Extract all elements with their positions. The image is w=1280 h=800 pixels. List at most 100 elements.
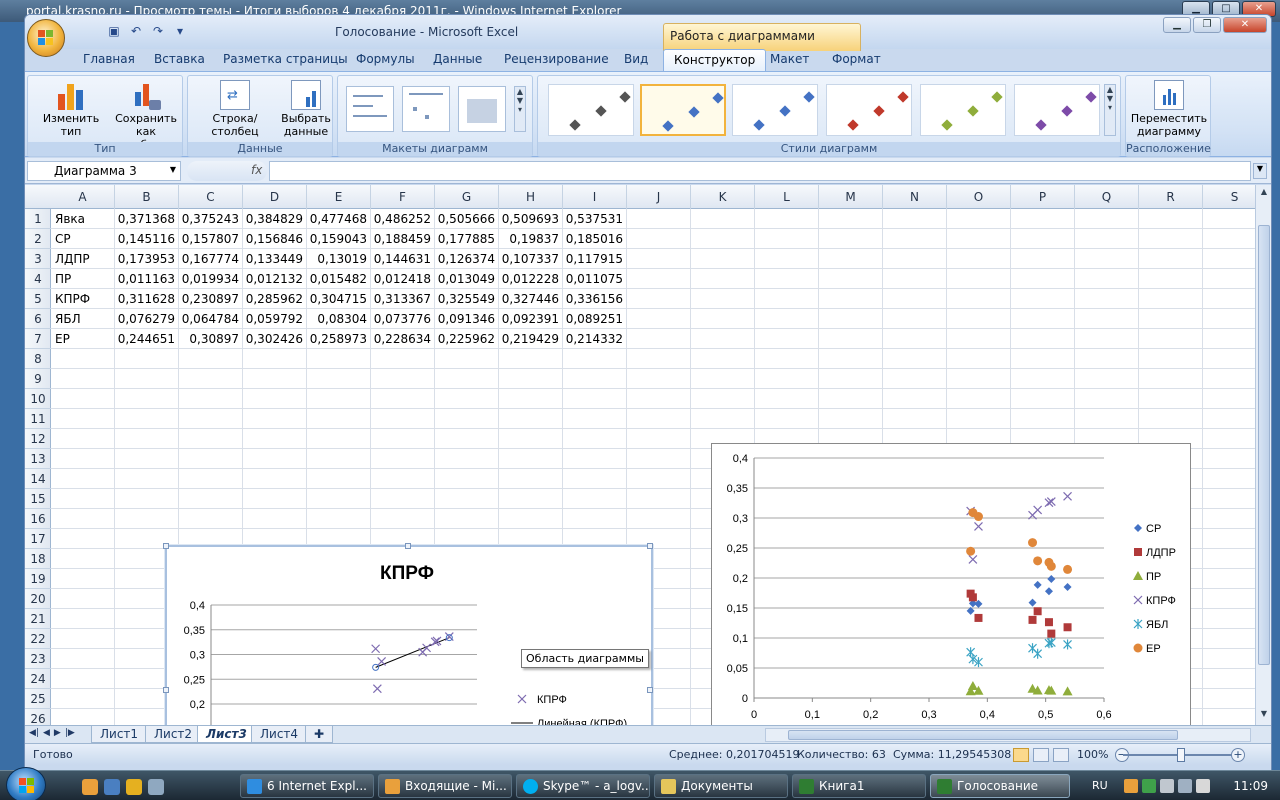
column-header-A[interactable]: A bbox=[51, 185, 115, 209]
column-header-O[interactable]: O bbox=[947, 185, 1011, 209]
column-header-M[interactable]: M bbox=[819, 185, 883, 209]
data-cell[interactable]: 0,126374 bbox=[435, 249, 495, 269]
style-3-thumbnail[interactable] bbox=[732, 84, 818, 136]
customize-qat-icon[interactable]: ▾ bbox=[171, 23, 189, 39]
layouts-scroll[interactable]: ▲ ▼ ▾ bbox=[514, 86, 526, 132]
resize-handle[interactable] bbox=[163, 687, 169, 693]
style-1-thumbnail[interactable] bbox=[548, 84, 634, 136]
task-golosovanie[interactable]: Голосование bbox=[930, 774, 1070, 798]
data-cell[interactable]: 0,173953 bbox=[115, 249, 175, 269]
data-cell[interactable]: 0,012418 bbox=[371, 269, 431, 289]
data-cell[interactable]: 0,285962 bbox=[243, 289, 303, 309]
data-cell[interactable]: 0,012228 bbox=[499, 269, 559, 289]
data-cell[interactable]: 0,167774 bbox=[179, 249, 239, 269]
data-cell[interactable]: 0,219429 bbox=[499, 329, 559, 349]
data-cell[interactable]: 0,092391 bbox=[499, 309, 559, 329]
thunderbird-quicklaunch-icon[interactable] bbox=[82, 779, 98, 795]
column-header-B[interactable]: B bbox=[115, 185, 179, 209]
data-cell[interactable]: 0,225962 bbox=[435, 329, 495, 349]
tab-formulas[interactable]: Формулы bbox=[356, 52, 415, 66]
row-header-2[interactable]: 2 bbox=[25, 229, 51, 249]
zoom-level[interactable]: 100% bbox=[1077, 748, 1108, 761]
task-documents[interactable]: Документы bbox=[654, 774, 788, 798]
row-label-cell[interactable]: Явка bbox=[55, 209, 115, 229]
row-header-15[interactable]: 15 bbox=[25, 489, 51, 509]
tray-sync-icon[interactable] bbox=[1142, 779, 1156, 793]
column-header-E[interactable]: E bbox=[307, 185, 371, 209]
name-box-dropdown-icon[interactable]: ▼ bbox=[170, 165, 176, 174]
zoom-slider[interactable] bbox=[1123, 748, 1235, 762]
zoom-slider-knob[interactable] bbox=[1177, 748, 1185, 762]
column-header-C[interactable]: C bbox=[179, 185, 243, 209]
scroll-up-icon[interactable]: ▲ bbox=[1258, 187, 1270, 201]
data-cell[interactable]: 0,059792 bbox=[243, 309, 303, 329]
style-5-thumbnail[interactable] bbox=[920, 84, 1006, 136]
sheet-tab-4[interactable]: Лист4 bbox=[251, 726, 308, 743]
data-cell[interactable]: 0,509693 bbox=[499, 209, 559, 229]
tray-mail-icon[interactable] bbox=[1124, 779, 1138, 793]
data-cell[interactable]: 0,311628 bbox=[115, 289, 175, 309]
row-header-26[interactable]: 26 bbox=[25, 709, 51, 725]
normal-view-icon[interactable] bbox=[1013, 748, 1029, 762]
vertical-scrollbar[interactable]: ▲ ▼ bbox=[1255, 185, 1271, 725]
row-header-19[interactable]: 19 bbox=[25, 569, 51, 589]
data-cell[interactable]: 0,375243 bbox=[179, 209, 239, 229]
expand-formula-bar-icon[interactable]: ▼ bbox=[1253, 163, 1267, 179]
resize-handle[interactable] bbox=[405, 543, 411, 549]
tab-format[interactable]: Формат bbox=[832, 52, 881, 66]
horizontal-scroll-thumb[interactable] bbox=[788, 730, 1178, 740]
row-header-25[interactable]: 25 bbox=[25, 689, 51, 709]
insert-function-button[interactable]: fx bbox=[187, 161, 267, 181]
data-cell[interactable]: 0,214332 bbox=[563, 329, 623, 349]
layout-1-thumbnail[interactable] bbox=[346, 86, 394, 132]
data-cell[interactable]: 0,325549 bbox=[435, 289, 495, 309]
row-header-21[interactable]: 21 bbox=[25, 609, 51, 629]
data-cell[interactable]: 0,505666 bbox=[435, 209, 495, 229]
tab-home[interactable]: Главная bbox=[83, 52, 135, 66]
data-cell[interactable]: 0,089251 bbox=[563, 309, 623, 329]
data-cell[interactable]: 0,107337 bbox=[499, 249, 559, 269]
page-layout-view-icon[interactable] bbox=[1033, 748, 1049, 762]
scroll-down-icon[interactable]: ▼ bbox=[1258, 709, 1270, 723]
data-cell[interactable]: 0,313367 bbox=[371, 289, 431, 309]
column-header-R[interactable]: R bbox=[1139, 185, 1203, 209]
row-label-cell[interactable]: ЛДПР bbox=[55, 249, 115, 269]
office-button[interactable] bbox=[27, 19, 65, 57]
data-cell[interactable]: 0,156846 bbox=[243, 229, 303, 249]
row-header-18[interactable]: 18 bbox=[25, 549, 51, 569]
next-sheet-icon[interactable]: ▶ bbox=[54, 728, 61, 738]
layout-3-thumbnail[interactable] bbox=[458, 86, 506, 132]
task-inbox[interactable]: Входящие - Mi... bbox=[378, 774, 512, 798]
row-header-6[interactable]: 6 bbox=[25, 309, 51, 329]
row-header-8[interactable]: 8 bbox=[25, 349, 51, 369]
switch-row-column-button[interactable]: ⇄ Строка/столбец bbox=[190, 78, 280, 138]
data-cell[interactable]: 0,537531 bbox=[563, 209, 623, 229]
column-header-K[interactable]: K bbox=[691, 185, 755, 209]
tab-review[interactable]: Рецензирование bbox=[504, 52, 609, 66]
change-chart-type-button[interactable]: Изменить тип диаграммы bbox=[32, 78, 110, 151]
minimize-button[interactable]: ▁ bbox=[1163, 17, 1191, 33]
row-header-3[interactable]: 3 bbox=[25, 249, 51, 269]
column-header-J[interactable]: J bbox=[627, 185, 691, 209]
zoom-in-icon[interactable]: + bbox=[1231, 748, 1245, 762]
show-desktop-icon[interactable] bbox=[148, 779, 164, 795]
row-header-10[interactable]: 10 bbox=[25, 389, 51, 409]
explorer-quicklaunch-icon[interactable] bbox=[104, 779, 120, 795]
data-cell[interactable]: 0,159043 bbox=[307, 229, 367, 249]
data-cell[interactable]: 0,336156 bbox=[563, 289, 623, 309]
row-header-17[interactable]: 17 bbox=[25, 529, 51, 549]
data-cell[interactable]: 0,486252 bbox=[371, 209, 431, 229]
data-cell[interactable]: 0,08304 bbox=[307, 309, 367, 329]
data-cell[interactable]: 0,091346 bbox=[435, 309, 495, 329]
row-header-1[interactable]: 1 bbox=[25, 209, 51, 229]
style-6-thumbnail[interactable] bbox=[1014, 84, 1100, 136]
data-cell[interactable]: 0,011075 bbox=[563, 269, 623, 289]
column-header-L[interactable]: L bbox=[755, 185, 819, 209]
data-cell[interactable]: 0,133449 bbox=[243, 249, 303, 269]
vertical-scroll-thumb[interactable] bbox=[1258, 225, 1270, 665]
prev-sheet-icon[interactable]: ◀ bbox=[43, 728, 50, 738]
column-header-D[interactable]: D bbox=[243, 185, 307, 209]
data-cell[interactable]: 0,012132 bbox=[243, 269, 303, 289]
row-header-9[interactable]: 9 bbox=[25, 369, 51, 389]
start-button[interactable] bbox=[6, 767, 46, 800]
